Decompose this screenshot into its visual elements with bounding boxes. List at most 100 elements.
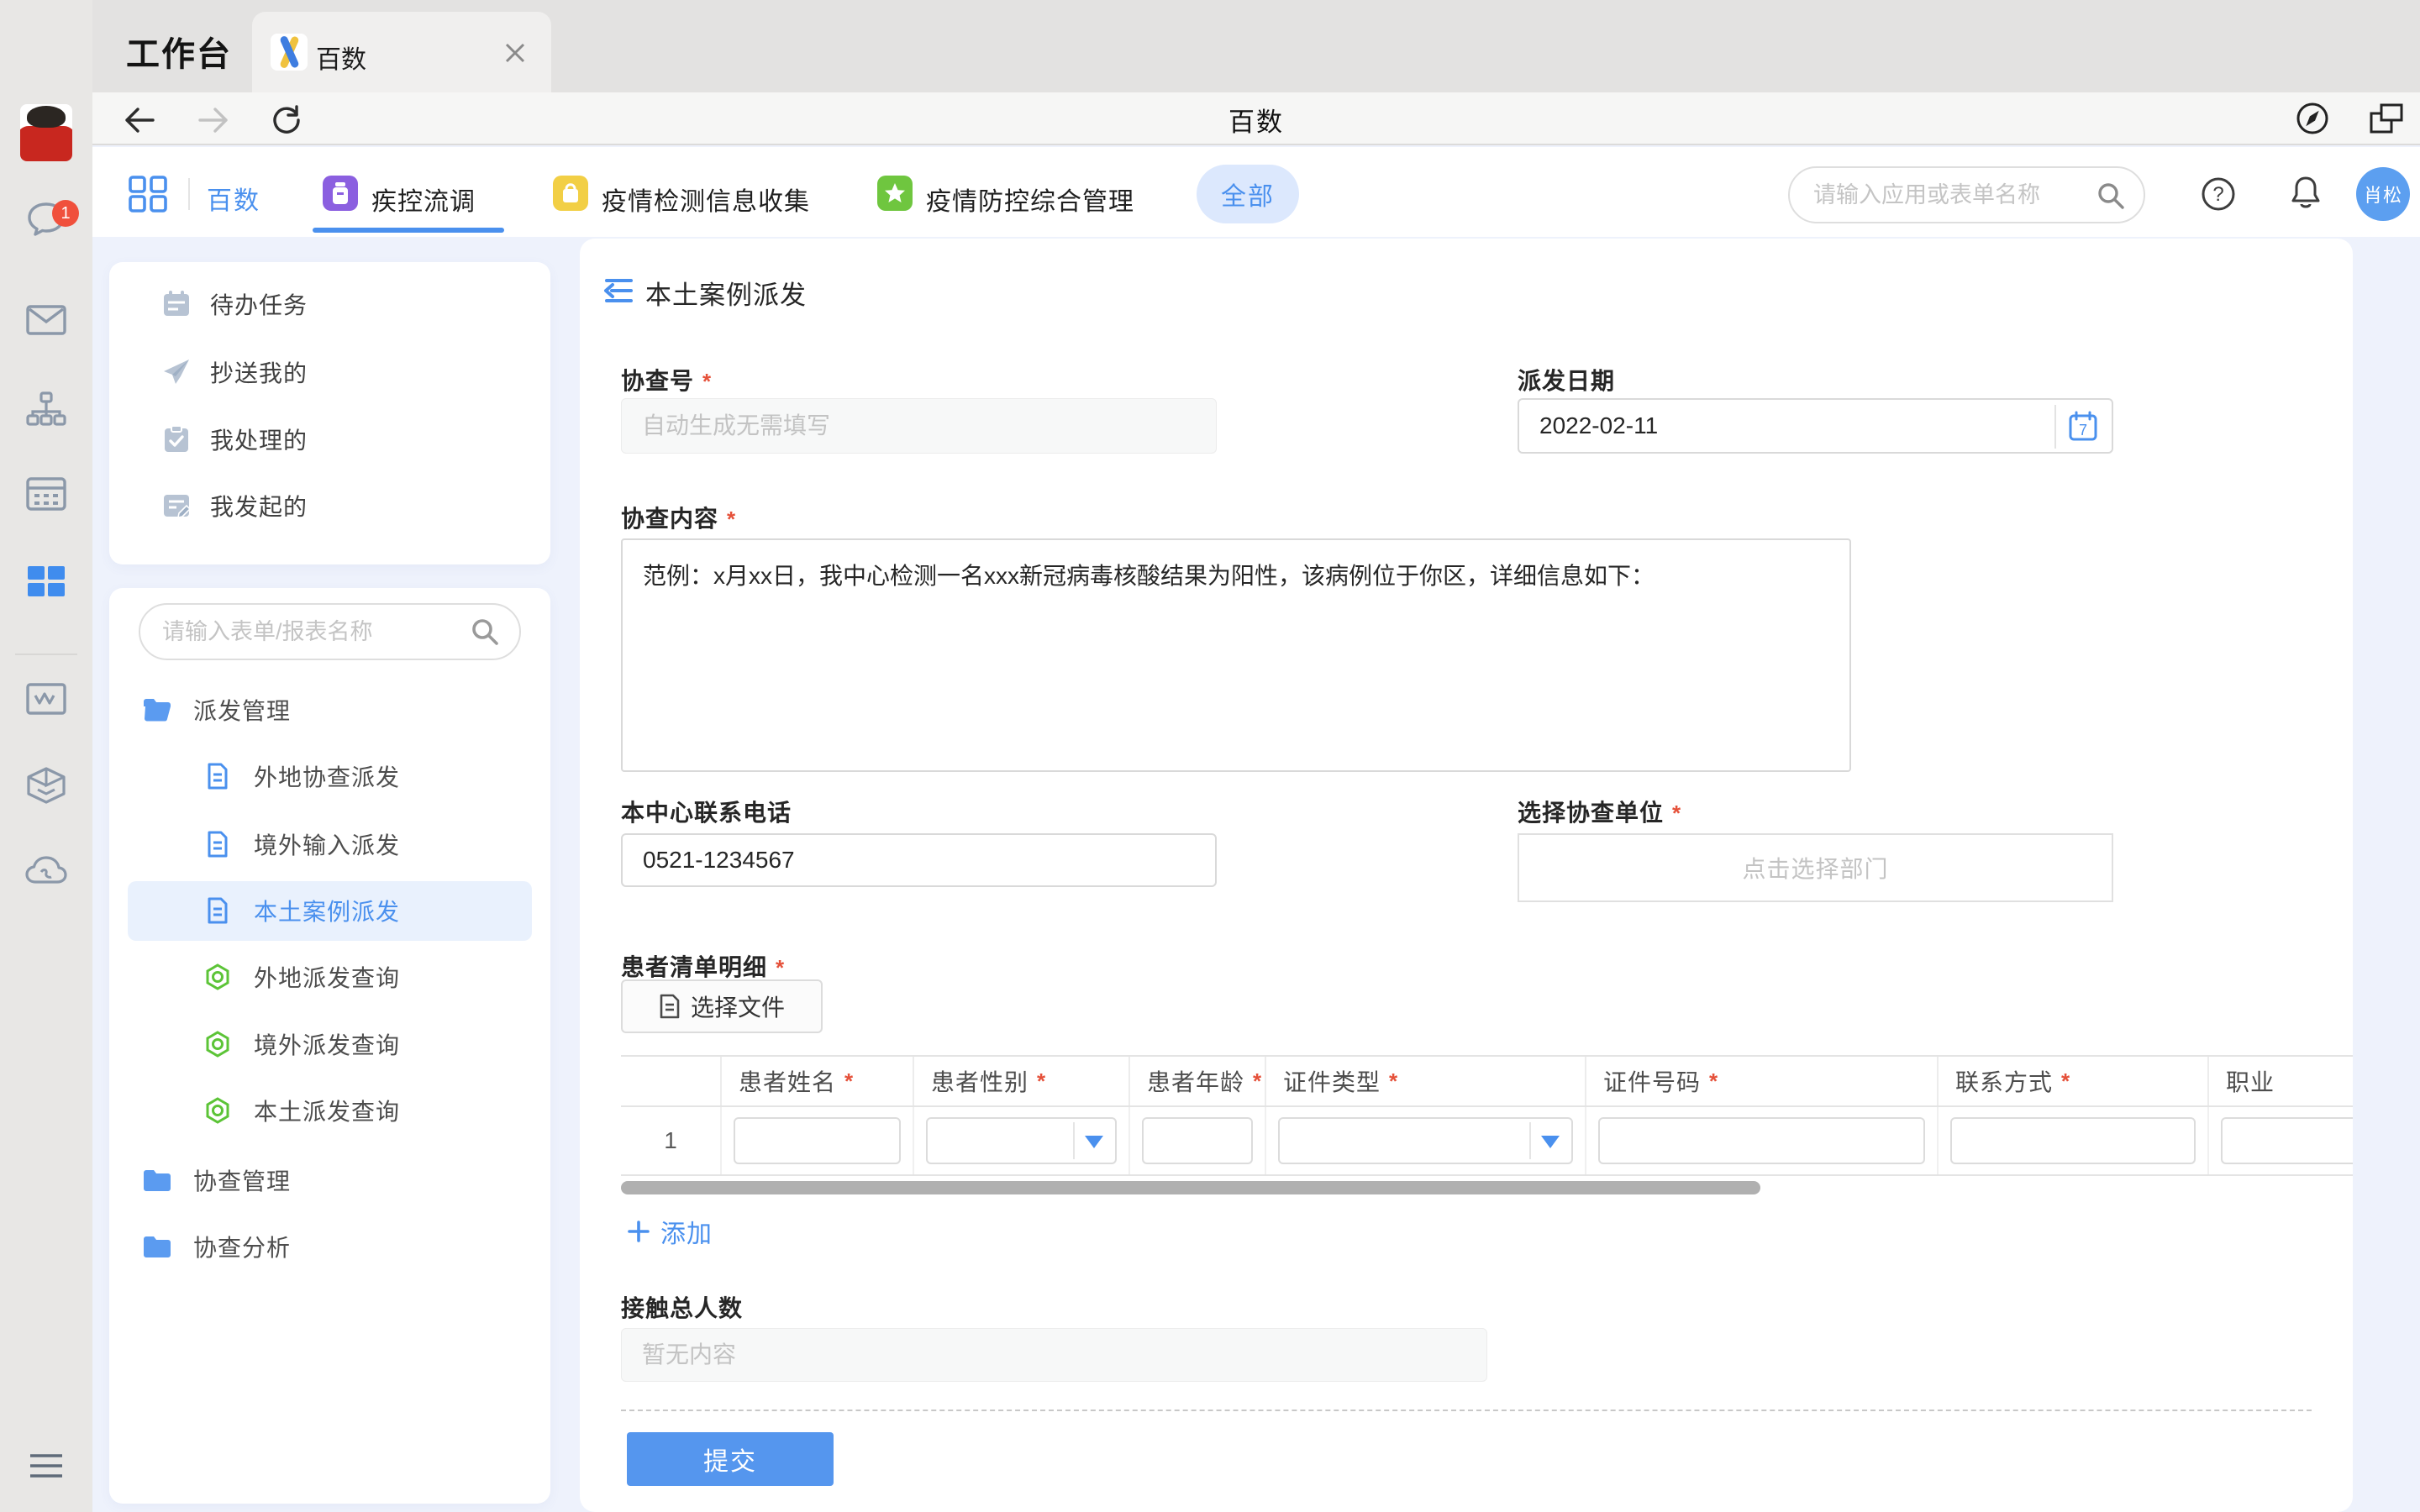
cell-age <box>1130 1107 1266 1174</box>
tab-baishu[interactable]: 百数 <box>252 12 551 92</box>
tree-item-bentu-anli-selected[interactable]: 本土案例派发 <box>109 885 550 937</box>
tree-item-label: 境外派发查询 <box>254 1027 400 1061</box>
idtype-select[interactable] <box>1278 1117 1573 1164</box>
app-icon-yiqing-jiance[interactable] <box>553 176 588 211</box>
sidebar-item-label: 抄送我的 <box>210 355 308 389</box>
bell-icon[interactable] <box>2287 174 2324 217</box>
avatar[interactable] <box>20 104 72 161</box>
add-row-button[interactable]: 添加 <box>627 1213 713 1250</box>
sidebar-item-label: 我发起的 <box>210 489 308 522</box>
cell-idtype <box>1266 1107 1586 1174</box>
phone-input[interactable] <box>621 833 1217 887</box>
workbench-grid-icon[interactable] <box>0 563 92 600</box>
form-title: 本土案例派发 <box>645 274 807 312</box>
patient-table: 患者姓名* 患者性别* 患者年龄* 证件类型* 证件号码* 联系方式* 职业 1 <box>621 1055 2353 1178</box>
tab-all[interactable]: 全部 <box>1197 165 1299 223</box>
field-label-xiechahao: 协查号* <box>621 363 712 396</box>
chat-icon[interactable] <box>0 201 92 238</box>
name-input[interactable] <box>734 1117 901 1164</box>
paper-plane-icon <box>161 357 192 387</box>
open-window-icon[interactable] <box>2368 102 2405 139</box>
table-row: 1 <box>621 1107 2353 1176</box>
tab-close-icon[interactable] <box>502 40 528 66</box>
org-chart-icon[interactable] <box>0 391 92 429</box>
nav-search[interactable] <box>1788 166 2145 223</box>
tab-yiqing-fangkong[interactable]: 疫情防控综合管理 <box>926 181 1134 218</box>
sidebar-item-cc[interactable]: 抄送我的 <box>109 349 550 396</box>
tab-jikong-liudiao[interactable]: 疾控流调 <box>371 181 476 218</box>
cloud-call-icon[interactable] <box>0 855 92 889</box>
mail-icon[interactable] <box>0 304 92 336</box>
doc-icon <box>202 761 234 791</box>
user-avatar[interactable]: 肖松 <box>2356 167 2410 221</box>
horizontal-scrollbar[interactable] <box>621 1181 1760 1194</box>
col-age: 患者年龄* <box>1130 1057 1266 1105</box>
nav-search-input[interactable] <box>1813 168 2091 222</box>
sidebar-item-processed[interactable]: 我处理的 <box>109 416 550 463</box>
sidebar-item-label: 我处理的 <box>210 423 308 456</box>
calendar-icon[interactable]: 7 <box>2068 411 2098 449</box>
age-input[interactable] <box>1142 1117 1253 1164</box>
required-asterisk: * <box>727 507 736 532</box>
field-label-unit: 选择协查单位* <box>1518 795 1681 828</box>
field-label-paifariqi: 派发日期 <box>1518 363 1615 396</box>
gender-select[interactable] <box>926 1117 1117 1164</box>
tree-item-jingwai-chaxun[interactable]: 境外派发查询 <box>109 1018 550 1070</box>
folder-icon <box>141 1231 173 1262</box>
tab-favicon <box>271 34 308 75</box>
tree-item-bentu-chaxun[interactable]: 本土派发查询 <box>109 1084 550 1137</box>
app-icon-yiqing-fangkong[interactable] <box>877 176 913 211</box>
sidebar-item-initiated[interactable]: 我发起的 <box>109 482 550 529</box>
col-gender: 患者性别* <box>914 1057 1130 1105</box>
submit-button[interactable]: 提交 <box>627 1432 834 1486</box>
idnumber-input[interactable] <box>1598 1117 1925 1164</box>
form-search[interactable] <box>139 603 521 660</box>
tree-item-jingwai-shuru[interactable]: 境外输入派发 <box>109 818 550 870</box>
todo-calendar-icon <box>161 289 192 319</box>
tree-folder-label: 协查管理 <box>193 1163 291 1197</box>
cell-idnumber <box>1586 1107 1939 1174</box>
tree-folder-xiecha-fenxi[interactable]: 协查分析 <box>109 1221 550 1273</box>
compass-icon[interactable] <box>2296 102 2329 139</box>
package-box-icon[interactable] <box>0 766 92 805</box>
content-textarea[interactable]: 范例：x月xx日，我中心检测一名xxx新冠病毒核酸结果为阳性，该病例位于你区，详… <box>621 538 1851 772</box>
chevron-down-icon[interactable] <box>1541 1136 1560 1148</box>
tree-item-label: 外地协查派发 <box>254 759 400 793</box>
workspace-title: 工作台 <box>126 27 232 76</box>
xiechahao-input[interactable] <box>621 398 1217 454</box>
date-input-divider <box>2054 405 2056 449</box>
tab-yiqing-jiance[interactable]: 疫情检测信息收集 <box>602 181 810 218</box>
occupation-input[interactable] <box>2221 1117 2353 1164</box>
folder-icon <box>141 1165 173 1195</box>
tree-folder-label: 协查分析 <box>193 1230 291 1263</box>
field-label-patient-list: 患者清单明细* <box>621 949 785 983</box>
cell-name <box>722 1107 914 1174</box>
avatar-body <box>20 126 72 161</box>
hexagon-query-icon <box>202 1095 234 1126</box>
app-icon-jikong[interactable] <box>323 176 358 211</box>
collapse-panel-icon[interactable] <box>603 277 634 308</box>
unit-picker[interactable]: 点击选择部门 <box>1518 833 2113 902</box>
doc-w-icon[interactable] <box>0 682 92 716</box>
choose-file-button[interactable]: 选择文件 <box>621 979 823 1033</box>
tree-folder-paifa[interactable]: 派发管理 <box>109 684 550 736</box>
calendar-grid-icon[interactable] <box>0 475 92 512</box>
apps-grid-icon[interactable] <box>128 175 168 218</box>
contact-total-input[interactable] <box>621 1328 1487 1382</box>
date-input[interactable]: 7 <box>1518 398 2113 454</box>
chevron-down-icon[interactable] <box>1085 1136 1103 1148</box>
contact-input[interactable] <box>1950 1117 2196 1164</box>
plus-icon <box>627 1220 650 1243</box>
hexagon-query-icon <box>202 1029 234 1059</box>
rail-divider <box>15 654 77 655</box>
help-icon[interactable]: ? <box>2200 176 2237 217</box>
form-search-input[interactable] <box>162 605 465 659</box>
unread-badge: 1 <box>52 200 79 227</box>
tree-item-waidi-chaxun[interactable]: 外地派发查询 <box>109 951 550 1003</box>
menu-hamburger-icon[interactable] <box>0 1450 92 1482</box>
sidebar-item-todo[interactable]: 待办任务 <box>109 281 550 328</box>
tree-item-waidi-xiecha[interactable]: 外地协查派发 <box>109 750 550 802</box>
tree-folder-xiecha-guanli[interactable]: 协查管理 <box>109 1154 550 1206</box>
nav-divider <box>188 178 190 210</box>
nav-home[interactable]: 百数 <box>207 180 260 217</box>
